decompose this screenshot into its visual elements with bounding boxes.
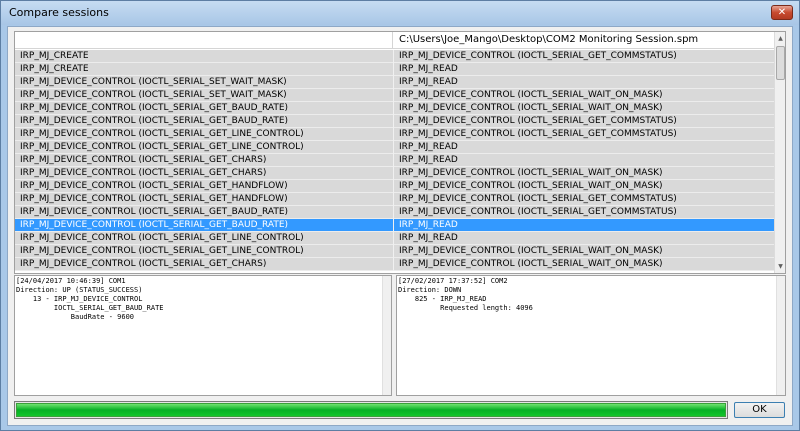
table-row[interactable]: IRP_MJ_DEVICE_CONTROL (IOCTL_SERIAL_GET_… bbox=[15, 167, 775, 180]
column-divider bbox=[393, 219, 394, 232]
column-divider bbox=[393, 245, 394, 258]
comparison-grid[interactable]: C:\Users\Joe_Mango\Desktop\COM2 Monitori… bbox=[14, 31, 786, 274]
row-left-cell: IRP_MJ_DEVICE_CONTROL (IOCTL_SERIAL_GET_… bbox=[20, 181, 288, 191]
row-left-cell: IRP_MJ_DEVICE_CONTROL (IOCTL_SERIAL_GET_… bbox=[20, 246, 304, 256]
title-bar[interactable]: Compare sessions ✕ bbox=[1, 1, 799, 25]
row-right-cell: IRP_MJ_READ bbox=[399, 233, 458, 243]
column-divider bbox=[393, 63, 394, 76]
row-left-cell: IRP_MJ_DEVICE_CONTROL (IOCTL_SERIAL_GET_… bbox=[20, 259, 267, 269]
row-right-cell: IRP_MJ_DEVICE_CONTROL (IOCTL_SERIAL_WAIT… bbox=[399, 259, 663, 269]
table-row[interactable]: IRP_MJ_DEVICE_CONTROL (IOCTL_SERIAL_GET_… bbox=[15, 193, 775, 206]
column-divider bbox=[393, 76, 394, 89]
scroll-up-arrow-icon[interactable]: ▲ bbox=[776, 34, 785, 43]
table-row[interactable]: IRP_MJ_DEVICE_CONTROL (IOCTL_SERIAL_GET_… bbox=[15, 232, 775, 245]
compare-sessions-window: Compare sessions ✕ C:\Users\Joe_Mango\De… bbox=[0, 0, 800, 431]
column-divider bbox=[393, 115, 394, 128]
grid-rows: IRP_MJ_CREATE IRP_MJ_DEVICE_CONTROL (IOCT… bbox=[15, 50, 775, 271]
table-row[interactable]: IRP_MJ_CREATE IRP_MJ_DEVICE_CONTROL (IOCT… bbox=[15, 50, 775, 63]
grid-header-left bbox=[15, 32, 393, 49]
detail-left-text: [24/04/2017 10:46:39] COM1 Direction: UP… bbox=[16, 277, 164, 321]
column-divider bbox=[393, 154, 394, 167]
scroll-thumb[interactable] bbox=[776, 46, 785, 80]
row-left-cell: IRP_MJ_DEVICE_CONTROL (IOCTL_SERIAL_GET_… bbox=[20, 155, 267, 165]
row-right-cell: IRP_MJ_DEVICE_CONTROL (IOCTL_SERIAL_WAIT… bbox=[399, 103, 663, 113]
row-left-cell: IRP_MJ_DEVICE_CONTROL (IOCTL_SERIAL_GET_… bbox=[20, 142, 304, 152]
progress-fill bbox=[16, 403, 726, 417]
row-right-cell: IRP_MJ_DEVICE_CONTROL (IOCTL_SERIAL_GET_… bbox=[399, 116, 677, 126]
detail-pane-right[interactable]: [27/02/2017 17:37:52] COM2 Direction: DO… bbox=[396, 275, 786, 396]
window-title: Compare sessions bbox=[9, 6, 109, 19]
table-row[interactable]: IRP_MJ_DEVICE_CONTROL (IOCTL_SERIAL_GET_… bbox=[15, 219, 775, 232]
column-divider bbox=[393, 141, 394, 154]
row-right-cell: IRP_MJ_DEVICE_CONTROL (IOCTL_SERIAL_GET_… bbox=[399, 129, 677, 139]
row-left-cell: IRP_MJ_DEVICE_CONTROL (IOCTL_SERIAL_GET_… bbox=[20, 168, 267, 178]
table-row[interactable]: IRP_MJ_DEVICE_CONTROL (IOCTL_SERIAL_SET_… bbox=[15, 76, 775, 89]
detail-left-scrollbar[interactable] bbox=[382, 276, 391, 395]
close-icon[interactable]: ✕ bbox=[771, 5, 793, 20]
row-right-cell: IRP_MJ_READ bbox=[399, 64, 458, 74]
row-left-cell: IRP_MJ_DEVICE_CONTROL (IOCTL_SERIAL_GET_… bbox=[20, 116, 289, 126]
row-left-cell: IRP_MJ_DEVICE_CONTROL (IOCTL_SERIAL_GET_… bbox=[20, 103, 289, 113]
row-left-cell: IRP_MJ_DEVICE_CONTROL (IOCTL_SERIAL_GET_… bbox=[20, 220, 289, 230]
table-row[interactable]: IRP_MJ_DEVICE_CONTROL (IOCTL_SERIAL_GET_… bbox=[15, 128, 775, 141]
detail-right-scrollbar[interactable] bbox=[776, 276, 785, 395]
row-right-cell: IRP_MJ_READ bbox=[399, 77, 458, 87]
table-row[interactable]: IRP_MJ_DEVICE_CONTROL (IOCTL_SERIAL_GET_… bbox=[15, 102, 775, 115]
column-divider bbox=[393, 232, 394, 245]
column-divider bbox=[393, 258, 394, 271]
table-row[interactable]: IRP_MJ_CREATE IRP_MJ_READ bbox=[15, 63, 775, 76]
table-row[interactable]: IRP_MJ_DEVICE_CONTROL (IOCTL_SERIAL_GET_… bbox=[15, 154, 775, 167]
dialog-body: C:\Users\Joe_Mango\Desktop\COM2 Monitori… bbox=[7, 26, 793, 426]
table-row[interactable]: IRP_MJ_DEVICE_CONTROL (IOCTL_SERIAL_GET_… bbox=[15, 258, 775, 271]
table-row[interactable]: IRP_MJ_DEVICE_CONTROL (IOCTL_SERIAL_GET_… bbox=[15, 245, 775, 258]
scroll-down-arrow-icon[interactable]: ▼ bbox=[776, 262, 785, 271]
detail-pane-left[interactable]: [24/04/2017 10:46:39] COM1 Direction: UP… bbox=[14, 275, 392, 396]
row-left-cell: IRP_MJ_DEVICE_CONTROL (IOCTL_SERIAL_GET_… bbox=[20, 207, 289, 217]
column-divider bbox=[393, 128, 394, 141]
row-right-cell: IRP_MJ_DEVICE_CONTROL (IOCTL_SERIAL_WAIT… bbox=[399, 90, 663, 100]
row-right-cell: IRP_MJ_READ bbox=[399, 220, 458, 230]
detail-right-text: [27/02/2017 17:37:52] COM2 Direction: DO… bbox=[398, 277, 533, 312]
row-left-cell: IRP_MJ_DEVICE_CONTROL (IOCTL_SERIAL_GET_… bbox=[20, 194, 288, 204]
grid-header-right-path: C:\Users\Joe_Mango\Desktop\COM2 Monitori… bbox=[399, 34, 699, 45]
column-divider bbox=[393, 206, 394, 219]
column-divider bbox=[393, 180, 394, 193]
grid-header: C:\Users\Joe_Mango\Desktop\COM2 Monitori… bbox=[15, 32, 775, 49]
column-divider bbox=[393, 167, 394, 180]
column-divider bbox=[393, 193, 394, 206]
table-row[interactable]: IRP_MJ_DEVICE_CONTROL (IOCTL_SERIAL_GET_… bbox=[15, 141, 775, 154]
row-right-cell: IRP_MJ_DEVICE_CONTROL (IOCTL_SERIAL_GET_… bbox=[399, 194, 677, 204]
table-row[interactable]: IRP_MJ_DEVICE_CONTROL (IOCTL_SERIAL_GET_… bbox=[15, 180, 775, 193]
row-right-cell: IRP_MJ_DEVICE_CONTROL (IOCTL_SERIAL_GET_… bbox=[399, 207, 677, 217]
ok-button[interactable]: OK bbox=[734, 402, 785, 418]
row-right-cell: IRP_MJ_READ bbox=[399, 155, 458, 165]
table-row[interactable]: IRP_MJ_DEVICE_CONTROL (IOCTL_SERIAL_SET_… bbox=[15, 89, 775, 102]
row-left-cell: IRP_MJ_DEVICE_CONTROL (IOCTL_SERIAL_GET_… bbox=[20, 233, 304, 243]
table-row[interactable]: IRP_MJ_DEVICE_CONTROL (IOCTL_SERIAL_GET_… bbox=[15, 206, 775, 219]
row-right-cell: IRP_MJ_DEVICE_CONTROL (IOCTL_SERIAL_WAIT… bbox=[399, 168, 663, 178]
row-left-cell: IRP_MJ_CREATE bbox=[20, 64, 89, 74]
row-left-cell: IRP_MJ_DEVICE_CONTROL (IOCTL_SERIAL_GET_… bbox=[20, 129, 304, 139]
row-left-cell: IRP_MJ_DEVICE_CONTROL (IOCTL_SERIAL_SET_… bbox=[20, 77, 287, 87]
row-right-cell: IRP_MJ_DEVICE_CONTROL (IOCTL_SERIAL_WAIT… bbox=[399, 246, 663, 256]
progress-bar bbox=[14, 401, 728, 419]
row-left-cell: IRP_MJ_DEVICE_CONTROL (IOCTL_SERIAL_SET_… bbox=[20, 90, 287, 100]
row-right-cell: IRP_MJ_READ bbox=[399, 142, 458, 152]
column-divider bbox=[393, 102, 394, 115]
grid-vertical-scrollbar[interactable]: ▲ ▼ bbox=[774, 32, 785, 273]
row-left-cell: IRP_MJ_CREATE bbox=[20, 51, 89, 61]
row-right-cell: IRP_MJ_DEVICE_CONTROL (IOCTL_SERIAL_WAIT… bbox=[399, 181, 663, 191]
table-row[interactable]: IRP_MJ_DEVICE_CONTROL (IOCTL_SERIAL_GET_… bbox=[15, 115, 775, 128]
row-right-cell: IRP_MJ_DEVICE_CONTROL (IOCTL_SERIAL_GET_… bbox=[399, 51, 677, 61]
column-divider bbox=[393, 50, 394, 63]
column-divider bbox=[393, 89, 394, 102]
